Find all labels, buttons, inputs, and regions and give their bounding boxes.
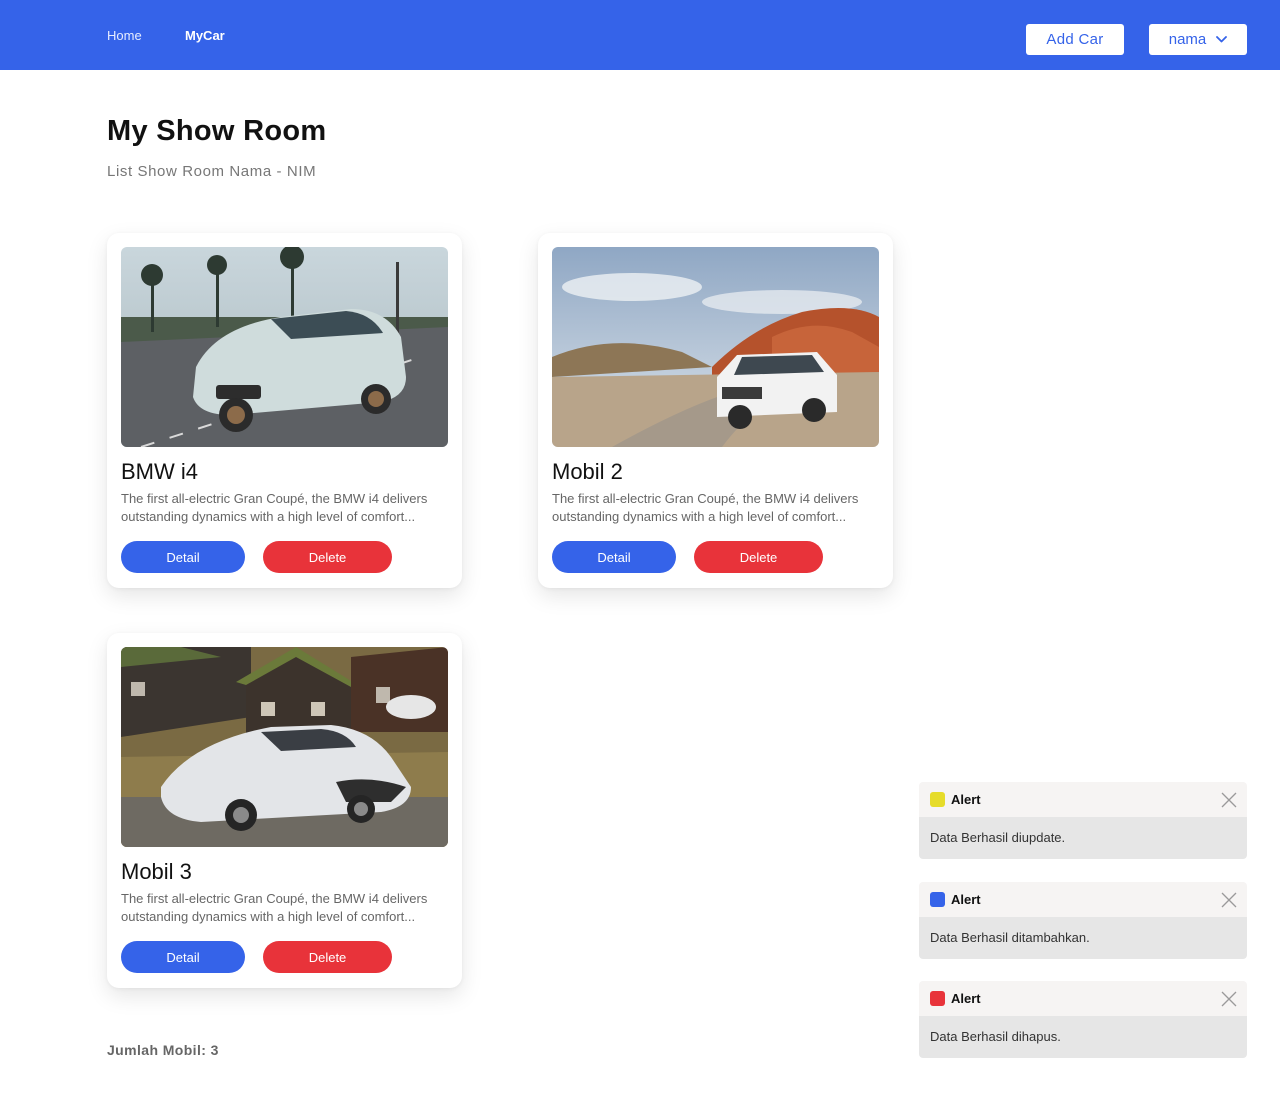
alert-message: Data Berhasil diupdate. xyxy=(919,817,1247,859)
user-dropdown[interactable]: nama xyxy=(1149,24,1247,55)
car-description: The first all-electric Gran Coupé, the B… xyxy=(552,491,859,524)
car-card: Mobil 2 The first all-electric Gran Coup… xyxy=(538,233,893,588)
alert-update: Alert Data Berhasil diupdate. xyxy=(919,782,1247,859)
car-count: Jumlah Mobil: 3 xyxy=(107,1042,219,1058)
alert-status-icon xyxy=(930,991,945,1006)
close-icon[interactable] xyxy=(1221,792,1237,808)
car-image xyxy=(121,647,448,847)
car-card: BMW i4 The first all-electric Gran Coupé… xyxy=(107,233,462,588)
car-image xyxy=(121,247,448,447)
car-title: Mobil 3 xyxy=(121,859,192,884)
detail-button[interactable]: Detail xyxy=(121,541,245,573)
nav-home-link[interactable]: Home xyxy=(107,28,142,43)
car-description: The first all-electric Gran Coupé, the B… xyxy=(121,491,428,524)
car-description: The first all-electric Gran Coupé, the B… xyxy=(121,891,428,924)
alert-title: Alert xyxy=(951,792,981,807)
alert-delete: Alert Data Berhasil dihapus. xyxy=(919,981,1247,1058)
alert-header: Alert xyxy=(919,981,1247,1016)
car-title: BMW i4 xyxy=(121,459,198,484)
alert-status-icon xyxy=(930,892,945,907)
alert-message: Data Berhasil ditambahkan. xyxy=(919,917,1247,959)
alert-message: Data Berhasil dihapus. xyxy=(919,1016,1247,1058)
page-subtitle: List Show Room Nama - NIM xyxy=(107,163,317,180)
close-icon[interactable] xyxy=(1221,991,1237,1007)
add-car-button[interactable]: Add Car xyxy=(1026,24,1124,55)
navbar: Home MyCar Add Car nama xyxy=(0,0,1280,70)
detail-button[interactable]: Detail xyxy=(121,941,245,973)
nav-mycar-link[interactable]: MyCar xyxy=(185,28,225,43)
user-name: nama xyxy=(1168,31,1207,48)
chevron-down-icon xyxy=(1216,36,1228,43)
delete-button[interactable]: Delete xyxy=(694,541,823,573)
close-icon[interactable] xyxy=(1221,892,1237,908)
alert-header: Alert xyxy=(919,782,1247,817)
delete-button[interactable]: Delete xyxy=(263,541,392,573)
alert-add: Alert Data Berhasil ditambahkan. xyxy=(919,882,1247,959)
alert-status-icon xyxy=(930,792,945,807)
page-title: My Show Room xyxy=(107,115,327,147)
alert-header: Alert xyxy=(919,882,1247,917)
detail-button[interactable]: Detail xyxy=(552,541,676,573)
alert-title: Alert xyxy=(951,892,981,907)
car-title: Mobil 2 xyxy=(552,459,623,484)
car-image xyxy=(552,247,879,447)
car-card: Mobil 3 The first all-electric Gran Coup… xyxy=(107,633,462,988)
alert-title: Alert xyxy=(951,991,981,1006)
delete-button[interactable]: Delete xyxy=(263,941,392,973)
